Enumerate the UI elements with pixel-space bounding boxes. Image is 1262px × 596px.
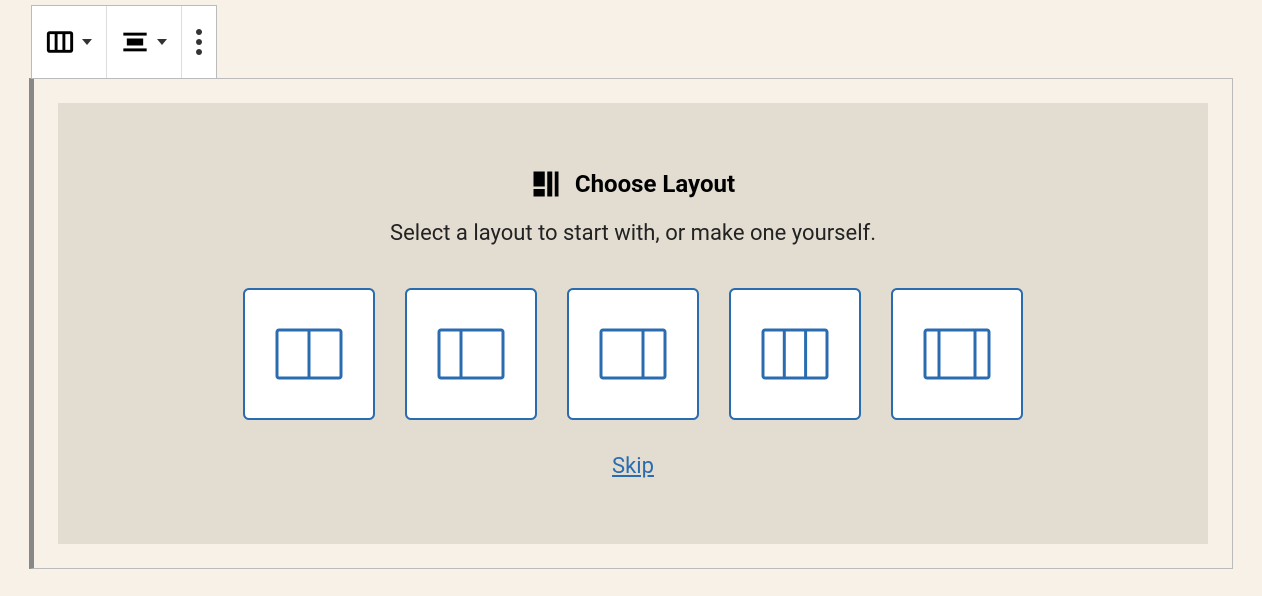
- placeholder-title: Choose Layout: [575, 170, 735, 198]
- three-column-equal-icon: [761, 328, 829, 380]
- columns-icon: [46, 28, 74, 56]
- placeholder-header: Choose Layout: [531, 169, 735, 199]
- layout-options: [243, 288, 1023, 420]
- align-icon: [121, 28, 149, 56]
- chevron-down-icon: [82, 39, 92, 45]
- two-column-equal-icon: [275, 328, 343, 380]
- more-vertical-icon: [196, 29, 202, 55]
- three-column-wide-center-icon: [923, 328, 991, 380]
- two-column-wide-right-icon: [599, 328, 667, 380]
- columns-tool-dropdown[interactable]: [32, 6, 107, 78]
- columns-block: Choose Layout Select a layout to start w…: [29, 78, 1233, 569]
- block-toolbar: [31, 5, 217, 79]
- more-options-button[interactable]: [182, 6, 216, 78]
- align-tool-dropdown[interactable]: [107, 6, 182, 78]
- layout-option-three-equal[interactable]: [729, 288, 861, 420]
- chevron-down-icon: [157, 39, 167, 45]
- two-column-wide-left-icon: [437, 328, 505, 380]
- placeholder-description: Select a layout to start with, or make o…: [390, 221, 876, 246]
- layout-option-three-wide-center[interactable]: [891, 288, 1023, 420]
- layout-placeholder: Choose Layout Select a layout to start w…: [58, 103, 1208, 544]
- layout-grid-icon: [531, 169, 561, 199]
- skip-link[interactable]: Skip: [612, 454, 654, 479]
- layout-option-two-wide-right[interactable]: [567, 288, 699, 420]
- layout-option-two-wide-left[interactable]: [405, 288, 537, 420]
- layout-option-two-equal[interactable]: [243, 288, 375, 420]
